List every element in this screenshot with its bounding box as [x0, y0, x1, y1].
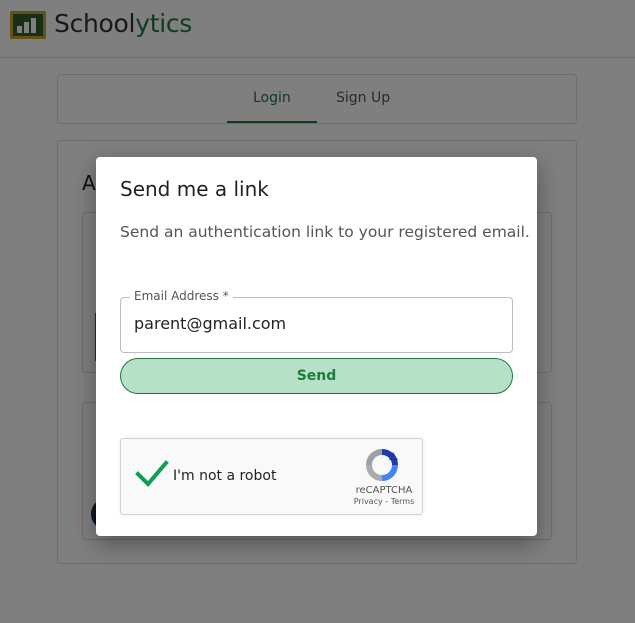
email-field[interactable]: Email Address *: [120, 289, 513, 353]
recaptcha-logo-icon: [366, 449, 398, 481]
dialog-description: Send an authentication link to your regi…: [120, 223, 530, 241]
checkmark-icon[interactable]: [135, 459, 169, 489]
send-link-dialog: Send me a link Send an authentication li…: [96, 157, 537, 536]
recaptcha-widget: I'm not a robot reCAPTCHA Privacy - Term…: [120, 438, 423, 515]
recaptcha-checkbox-label: I'm not a robot: [173, 468, 277, 484]
recaptcha-terms-link[interactable]: Privacy - Terms: [345, 497, 423, 506]
send-button[interactable]: Send: [120, 358, 513, 394]
dialog-title: Send me a link: [120, 177, 269, 201]
email-input[interactable]: [134, 314, 494, 333]
email-field-label: Email Address *: [130, 289, 233, 303]
recaptcha-brand: reCAPTCHA: [355, 485, 413, 496]
